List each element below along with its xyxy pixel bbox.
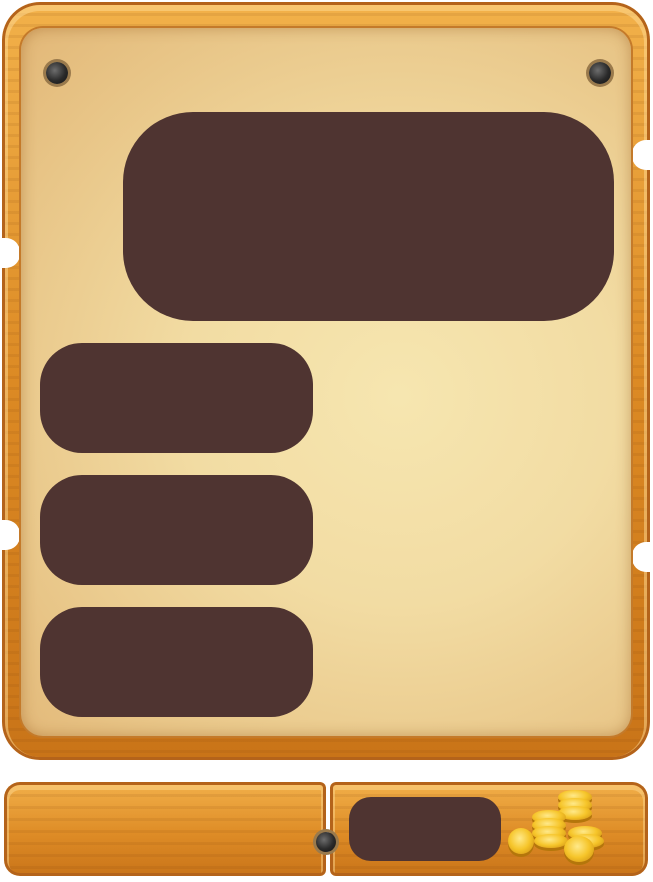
footer-plank-left — [4, 782, 326, 876]
gold-coin-stack-icon — [504, 784, 610, 864]
board-notch — [632, 140, 653, 170]
menu-button-2[interactable] — [40, 475, 313, 585]
menu-button-1[interactable] — [40, 343, 313, 453]
menu-button-3[interactable] — [40, 607, 313, 717]
coin-balance-panel — [349, 797, 501, 861]
board-notch — [632, 542, 653, 572]
bolt-icon — [316, 832, 336, 852]
bolt-icon — [46, 62, 68, 84]
board-notch — [0, 520, 20, 550]
main-info-panel — [123, 112, 614, 321]
bolt-icon — [589, 62, 611, 84]
board-notch — [0, 238, 20, 268]
